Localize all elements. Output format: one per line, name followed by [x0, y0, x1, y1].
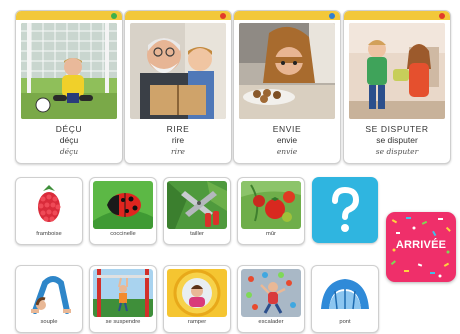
card-word-print: envie: [276, 135, 298, 145]
card-word-cursive: se disputer: [375, 147, 419, 156]
children-arguing-photo: [349, 23, 445, 119]
flexible-child-image: [19, 269, 79, 317]
card-se-suspendre[interactable]: se suspendre: [89, 265, 157, 333]
card-envie[interactable]: ENVIE envie envie: [233, 10, 341, 164]
card-band: [234, 11, 340, 20]
card-word-caps: DÉÇU: [55, 124, 83, 134]
card-decu[interactable]: DÉÇU déçu déçu: [15, 10, 123, 164]
card-dot: [111, 13, 117, 19]
card-label: se suspendre: [105, 319, 141, 325]
card-dot: [329, 13, 335, 19]
pruning-shears-image: [167, 181, 227, 229]
card-tailler[interactable]: tailler: [163, 177, 231, 245]
ripe-tomatoes-image: [241, 181, 301, 229]
card-word-print: se disputer: [376, 135, 418, 145]
card-word-cursive: déçu: [59, 147, 79, 156]
card-souple[interactable]: souple: [15, 265, 83, 333]
card-ramper[interactable]: ramper: [163, 265, 231, 333]
card-escalader[interactable]: escalader: [237, 265, 305, 333]
card-mur[interactable]: mûr: [237, 177, 305, 245]
crawling-child-image: [167, 269, 227, 317]
card-band: [16, 11, 122, 20]
card-band: [344, 11, 450, 20]
card-framboise[interactable]: framboise: [15, 177, 83, 245]
card-label: pont: [339, 319, 351, 325]
card-label: coccinelle: [110, 231, 136, 237]
card-label: tailler: [190, 231, 204, 237]
card-word-print: rire: [171, 135, 185, 145]
card-band: [125, 11, 231, 20]
disappointed-boy-photo: [21, 23, 117, 119]
card-dot: [220, 13, 226, 19]
card-word-caps: RIRE: [166, 124, 190, 134]
card-pont[interactable]: pont: [311, 265, 379, 333]
card-word-caps: ENVIE: [272, 124, 302, 134]
card-word-caps: SE DISPUTER: [365, 124, 429, 134]
card-dot: [439, 13, 445, 19]
ladybug-image: [93, 181, 153, 229]
craving-girl-photo: [239, 23, 335, 119]
play-bridge-image: [315, 269, 375, 317]
card-coccinelle[interactable]: coccinelle: [89, 177, 157, 245]
card-rire[interactable]: RIRE rire rire: [124, 10, 232, 164]
question-mark-icon: [332, 186, 360, 232]
card-word-cursive: envie: [276, 147, 298, 156]
card-word-print: déçu: [59, 135, 79, 145]
card-label: souple: [40, 319, 58, 325]
question-card[interactable]: [312, 177, 378, 243]
card-label: ramper: [187, 319, 207, 325]
raspberry-image: [19, 181, 79, 229]
card-word-cursive: rire: [170, 147, 185, 156]
hanging-child-image: [93, 269, 153, 317]
arrivee-label: ARRIVÉE: [395, 239, 447, 251]
laughing-grandfather-photo: [130, 23, 226, 119]
card-se-disputer[interactable]: SE DISPUTER se disputer se disputer: [343, 10, 451, 164]
card-label: mûr: [266, 231, 276, 237]
card-label: escalader: [258, 319, 284, 325]
climbing-child-image: [241, 269, 301, 317]
arrivee-card[interactable]: ARRIVÉE: [386, 212, 456, 282]
card-label: framboise: [36, 231, 62, 237]
